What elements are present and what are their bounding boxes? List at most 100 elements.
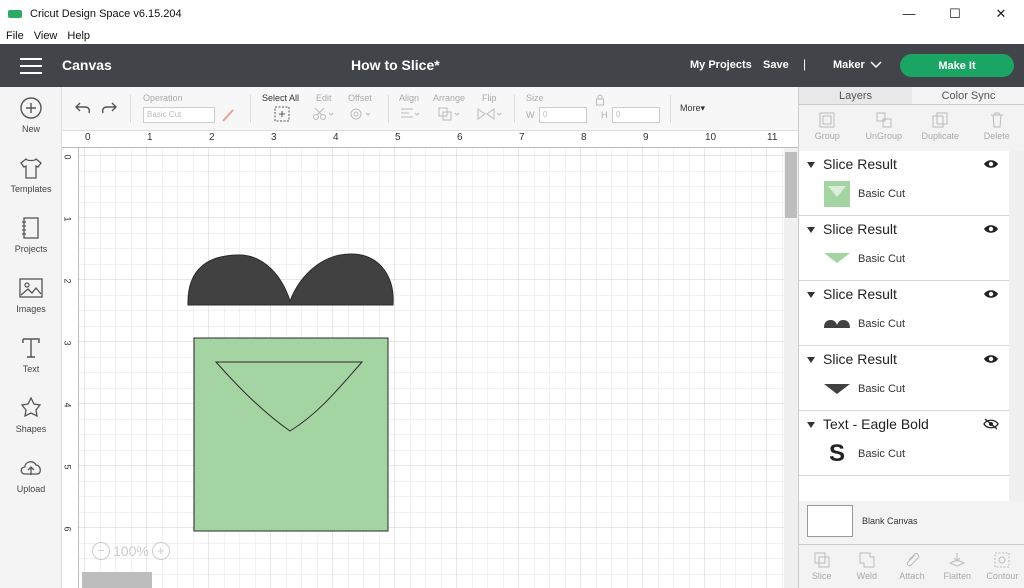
zoom-out-button[interactable]: − xyxy=(92,542,110,560)
ruler-mark: 11 xyxy=(767,132,778,143)
horizontal-scroll-thumb[interactable] xyxy=(82,572,152,588)
flip-icon[interactable] xyxy=(476,106,504,122)
canvas-grid xyxy=(79,148,798,588)
redo-icon[interactable] xyxy=(100,100,118,116)
eye-icon[interactable] xyxy=(983,158,999,170)
shapes-tool-label: Shapes xyxy=(15,424,47,434)
ungroup-button[interactable]: UnGroup xyxy=(856,105,913,149)
ruler-mark: 5 xyxy=(395,132,401,143)
make-it-button[interactable]: Make It xyxy=(900,54,1014,77)
height-input[interactable]: 0 xyxy=(612,107,660,123)
edit-scissors-icon[interactable] xyxy=(312,106,336,122)
zoom-control: − 100% + xyxy=(92,540,170,562)
layer-name: Slice Result xyxy=(823,351,897,367)
projects-tool[interactable]: Projects xyxy=(0,215,62,271)
layer-thumbnail xyxy=(824,384,850,394)
operation-select[interactable]: Basic Cut xyxy=(143,107,215,123)
layer-operation: Basic Cut xyxy=(858,253,906,265)
flip-label: Flip xyxy=(482,93,497,103)
menu-view[interactable]: View xyxy=(34,30,58,42)
attach-button[interactable]: Attach xyxy=(889,545,934,588)
images-tool[interactable]: Images xyxy=(0,275,62,331)
eye-icon[interactable] xyxy=(983,223,999,235)
tab-color-sync[interactable]: Color Sync xyxy=(912,87,1024,105)
layer-thumbnail: S xyxy=(828,440,845,467)
weld-icon xyxy=(859,552,875,568)
delete-label: Delete xyxy=(983,131,1010,141)
maximize-button[interactable]: ☐ xyxy=(932,0,978,27)
eye-icon[interactable] xyxy=(983,288,999,300)
text-tool[interactable]: Text xyxy=(0,335,62,391)
menu-help[interactable]: Help xyxy=(67,30,90,42)
offset-icon[interactable] xyxy=(348,106,374,122)
new-tool[interactable]: New xyxy=(0,95,62,151)
tab-layers[interactable]: Layers xyxy=(799,87,912,105)
arrange-icon[interactable] xyxy=(437,106,463,122)
layer-operation: Basic Cut xyxy=(858,188,906,200)
layer-thumbnail xyxy=(824,181,850,207)
title-bar: Cricut Design Space v6.15.204 — ☐ ✕ xyxy=(0,0,1024,27)
upload-tool[interactable]: Upload xyxy=(0,455,62,511)
my-projects-button[interactable]: My Projects xyxy=(690,59,752,71)
edit-label: Edit xyxy=(316,93,332,103)
menu-file[interactable]: File xyxy=(6,30,24,42)
app-header: Canvas How to Slice* My Projects Save | … xyxy=(0,44,1024,87)
weld-button[interactable]: Weld xyxy=(844,545,889,588)
machine-select[interactable]: Maker xyxy=(833,59,865,71)
eye-hidden-icon[interactable] xyxy=(983,418,999,430)
layer-item[interactable]: Slice Result Basic Cut xyxy=(799,346,1009,411)
ungroup-icon xyxy=(876,112,892,128)
close-button[interactable]: ✕ xyxy=(978,0,1024,27)
select-all-icon[interactable] xyxy=(274,106,290,122)
design-canvas[interactable]: 0 1 2 3 4 5 6 7 8 9 10 11 0 1 2 3 4 5 6 xyxy=(62,131,798,588)
toolbar-divider xyxy=(130,95,131,123)
eye-icon[interactable] xyxy=(983,353,999,365)
layer-item[interactable]: Slice Result Basic Cut xyxy=(799,281,1009,346)
pen-color-icon[interactable] xyxy=(220,107,236,123)
group-icon xyxy=(819,112,835,128)
delete-button[interactable]: Delete xyxy=(969,105,1024,149)
group-button[interactable]: Group xyxy=(799,105,856,149)
layer-item[interactable]: Slice Result Basic Cut xyxy=(799,151,1009,216)
layer-item[interactable]: Text - Eagle Bold S Basic Cut xyxy=(799,411,1009,476)
ruler-mark: 4 xyxy=(333,132,339,143)
layer-item[interactable]: Slice Result Basic Cut xyxy=(799,216,1009,281)
chevron-down-icon[interactable] xyxy=(870,58,882,70)
layer-name: Text - Eagle Bold xyxy=(823,416,929,432)
zoom-in-button[interactable]: + xyxy=(151,542,170,560)
vertical-scroll-thumb[interactable] xyxy=(785,152,797,218)
minimize-button[interactable]: — xyxy=(886,0,932,27)
arrange-label: Arrange xyxy=(433,93,466,103)
height-label: H xyxy=(601,110,608,120)
contour-button[interactable]: Contour xyxy=(980,545,1024,588)
duplicate-button[interactable]: Duplicate xyxy=(912,105,969,149)
flatten-button[interactable]: Flatten xyxy=(935,545,980,588)
blank-canvas-swatch[interactable] xyxy=(807,505,853,537)
ruler-mark: 10 xyxy=(705,132,717,143)
layer-operation: Basic Cut xyxy=(858,383,906,395)
save-button[interactable]: Save xyxy=(763,59,789,71)
undo-icon[interactable] xyxy=(74,100,92,116)
plus-circle-icon xyxy=(20,97,42,119)
layer-operation: Basic Cut xyxy=(858,448,906,460)
width-input[interactable]: 0 xyxy=(539,107,587,123)
slice-button[interactable]: Slice xyxy=(799,545,844,588)
shapes-tool[interactable]: Shapes xyxy=(0,395,62,451)
align-icon[interactable] xyxy=(399,106,423,122)
caret-down-icon[interactable] xyxy=(807,356,815,364)
caret-down-icon[interactable] xyxy=(807,421,815,429)
contour-label: Contour xyxy=(986,571,1019,581)
caret-down-icon[interactable] xyxy=(807,161,815,169)
layer-thumbnail xyxy=(824,253,850,263)
projects-tool-label: Projects xyxy=(14,244,48,254)
more-button[interactable]: More▾ xyxy=(680,103,705,114)
caret-down-icon[interactable] xyxy=(807,291,815,299)
caret-down-icon[interactable] xyxy=(807,226,815,234)
vertical-scrollbar[interactable] xyxy=(784,148,798,588)
layer-thumbnail xyxy=(824,320,850,328)
templates-tool[interactable]: Templates xyxy=(0,155,62,211)
lock-icon[interactable] xyxy=(595,94,605,106)
ruler-mark: 3 xyxy=(62,340,73,346)
layers-scrollbar[interactable] xyxy=(1009,151,1024,501)
hamburger-menu-icon[interactable] xyxy=(20,58,42,74)
